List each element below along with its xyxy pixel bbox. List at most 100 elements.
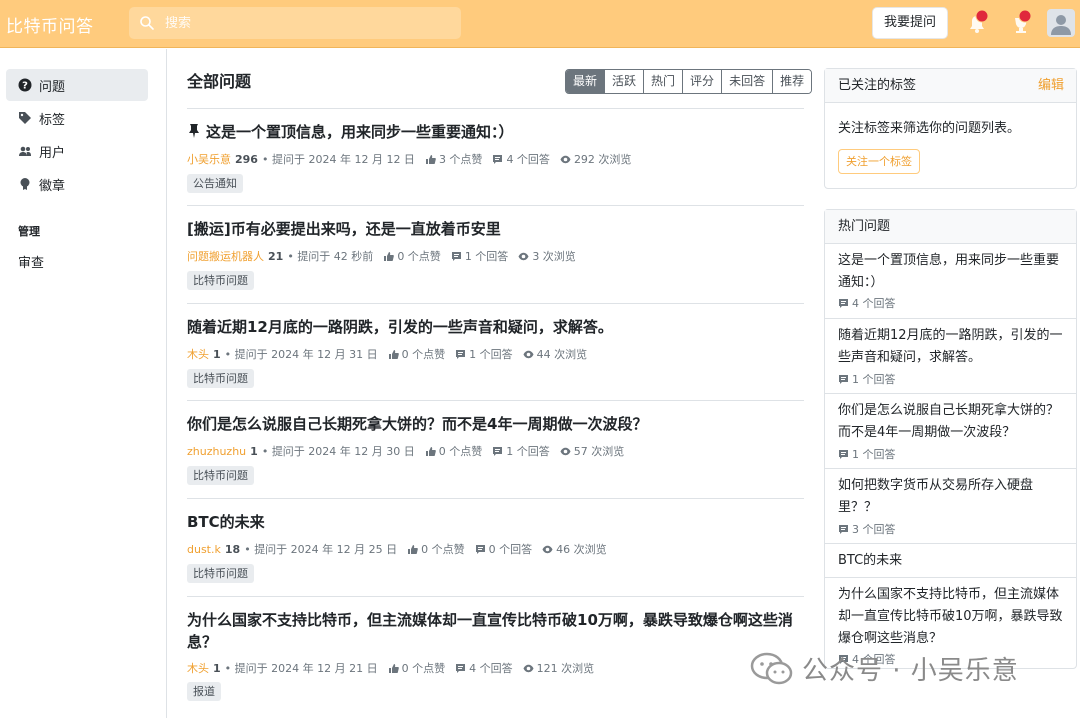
top-navbar: 比特币问答 我要提问 (0, 0, 1080, 48)
question-title[interactable]: 你们是怎么说服自己长期死拿大饼的？而不是4年一周期做一次波段？ (187, 413, 804, 435)
sidebar-item-badges[interactable]: 徽章 (6, 168, 148, 200)
answer-count: 1 个回答 (464, 250, 509, 263)
answer-count: 4 个回答 (852, 297, 896, 310)
users-icon (19, 146, 31, 156)
answer-count: 4 个回答 (469, 662, 513, 675)
question-title[interactable]: 随着近期12月底的一路阴跌，引发的一些声音和疑问，求解答。 (187, 316, 804, 338)
sidebar-item-review[interactable]: 审查 (6, 245, 148, 277)
search-icon (140, 16, 154, 30)
question-author[interactable]: dust.k (187, 543, 221, 556)
hot-question-title[interactable]: 如何把数字货币从交易所存入硬盘里？？ (838, 475, 1063, 519)
svg-text:?: ? (22, 81, 28, 92)
site-brand[interactable]: 比特币问答 (6, 12, 94, 37)
tab-recommended[interactable]: 推荐 (772, 70, 812, 93)
hot-question-title[interactable]: 随着近期12月底的一路阴跌，引发的一些声音和疑问，求解答。 (838, 325, 1063, 369)
dot-separator: • (287, 249, 298, 263)
hot-question-title[interactable]: 这是一个置顶信息，用来同步一些重要通知：） (838, 250, 1063, 294)
tab-newest[interactable]: 最新 (566, 70, 605, 93)
question-author[interactable]: 木头 (187, 660, 209, 676)
hot-question-item: BTC的未来 (825, 543, 1076, 577)
tab-score[interactable]: 评分 (682, 70, 722, 93)
question-tag[interactable]: 比特币问题 (187, 466, 254, 485)
vote-count: 0 个点赞 (438, 445, 483, 458)
answer-icon (493, 154, 503, 164)
question-tag[interactable]: 比特币问题 (187, 564, 254, 583)
hot-question-item: 你们是怎么说服自己长期死拿大饼的？而不是4年一周期做一次波段？ 1 个回答 (825, 393, 1076, 468)
hot-question-title[interactable]: 你们是怎么说服自己长期死拿大饼的？而不是4年一周期做一次波段？ (838, 400, 1063, 444)
search-box[interactable] (129, 7, 461, 39)
asked-time: 提问于 2024 年 12 月 12 日 (271, 153, 415, 166)
tab-unanswered[interactable]: 未回答 (721, 70, 773, 93)
question-tag[interactable]: 报道 (187, 682, 221, 701)
watermark-text: 公众号 · 小吴乐意 (802, 656, 1019, 686)
user-icon (1051, 15, 1071, 35)
page-title: 全部问题 (187, 72, 252, 91)
question-tag[interactable]: 公告通知 (187, 174, 243, 193)
question-item: 为什么国家不支持比特币，但主流媒体却一直宣传比特币破10万啊，暴跌导致爆仓啊这些… (187, 596, 804, 716)
tab-active[interactable]: 活跃 (604, 70, 644, 93)
follow-tag-button[interactable]: 关注一个标签 (838, 149, 920, 174)
sidebar-item-label: 问题 (39, 79, 66, 95)
answer-icon (456, 349, 466, 359)
asked-time: 提问于 2024 年 12 月 30 日 (271, 445, 415, 458)
hot-question-item: 如何把数字货币从交易所存入硬盘里？？ 3 个回答 (825, 468, 1076, 543)
answer-icon (475, 544, 485, 554)
author-reputation: 18 (224, 542, 241, 556)
view-count: 3 次浏览 (532, 250, 576, 263)
search-input[interactable] (165, 7, 455, 39)
sidebar-item-tags[interactable]: 标签 (6, 102, 148, 134)
hot-question-answers: 1 个回答 (838, 446, 896, 462)
left-sidebar: ? 问题 标签 用户 徽章 管理 审查 (0, 49, 167, 718)
author-reputation: 1 (213, 661, 221, 675)
dot-separator: • (261, 444, 272, 458)
question-item: [搬运]币有必要提出来吗，还是一直放着币安里 问题搬运机器人 21 • 提问于 … (187, 205, 804, 303)
followed-tags-header: 已关注的标签 编辑 (825, 69, 1076, 103)
vote-count: 3 个点赞 (438, 153, 483, 166)
ask-question-button[interactable]: 我要提问 (872, 7, 948, 39)
answer-icon (839, 449, 848, 459)
answer-count: 1 个回答 (506, 445, 550, 458)
question-tag[interactable]: 比特币问题 (187, 271, 254, 290)
hot-question-title[interactable]: BTC的未来 (838, 550, 1063, 572)
sidebar-item-users[interactable]: 用户 (6, 135, 148, 167)
sidebar-item-questions[interactable]: ? 问题 (6, 69, 148, 101)
question-title[interactable]: [搬运]币有必要提出来吗，还是一直放着币安里 (187, 218, 804, 240)
user-avatar[interactable] (1047, 9, 1075, 37)
sort-tabs: 最新 活跃 热门 评分 未回答 推荐 (565, 69, 813, 94)
eye-icon (542, 545, 553, 553)
question-tag[interactable]: 比特币问题 (187, 369, 254, 388)
notification-bell-icon[interactable] (964, 10, 990, 36)
question-meta: 木头 1 • 提问于 2024 年 12 月 21 日 0 个点赞 4 个回答 … (187, 660, 594, 676)
question-title[interactable]: 这是一个置顶信息，用来同步一些重要通知：） (187, 121, 804, 143)
question-author[interactable]: 木头 (187, 346, 209, 362)
question-meta: 木头 1 • 提问于 2024 年 12 月 31 日 0 个点赞 1 个回答 … (187, 346, 587, 362)
dot-separator: • (244, 542, 255, 556)
sidebar-item-label: 审查 (18, 255, 45, 271)
view-count: 121 次浏览 (536, 662, 595, 675)
answer-icon (456, 663, 466, 673)
hot-questions-panel: 热门问题 这是一个置顶信息，用来同步一些重要通知：） 4 个回答 随着近期12月… (824, 209, 1077, 669)
question-author[interactable]: 小吴乐意 (187, 151, 231, 167)
badge-icon (20, 178, 30, 190)
question-title[interactable]: BTC的未来 (187, 511, 804, 533)
edit-link[interactable]: 编辑 (1038, 69, 1064, 103)
question-title[interactable]: 为什么国家不支持比特币，但主流媒体却一直宣传比特币破10万啊，暴跌导致爆仓啊这些… (187, 609, 804, 653)
question-meta: zhuzhuzhu 1 • 提问于 2024 年 12 月 30 日 0 个点赞… (187, 443, 624, 459)
hot-questions-header: 热门问题 (825, 210, 1076, 244)
answer-icon (839, 298, 848, 308)
question-item: 你们是怎么说服自己长期死拿大饼的？而不是4年一周期做一次波段？ zhuzhuzh… (187, 400, 804, 498)
asked-time: 提问于 2024 年 12 月 25 日 (254, 543, 398, 556)
question-meta: dust.k 18 • 提问于 2024 年 12 月 25 日 0 个点赞 0… (187, 541, 607, 557)
asked-time: 提问于 2024 年 12 月 31 日 (234, 348, 378, 361)
question-meta: 小吴乐意 296 • 提问于 2024 年 12 月 12 日 3 个点赞 4 … (187, 151, 631, 167)
question-author[interactable]: zhuzhuzhu (187, 445, 246, 458)
hot-question-title[interactable]: 为什么国家不支持比特币，但主流媒体却一直宣传比特币破10万啊，暴跌导致爆仓啊这些… (838, 584, 1063, 650)
view-count: 292 次浏览 (573, 153, 632, 166)
question-author[interactable]: 问题搬运机器人 (187, 248, 264, 264)
tab-hot[interactable]: 热门 (643, 70, 683, 93)
thumbs-up-icon (425, 446, 436, 456)
wechat-icon (750, 652, 793, 684)
achievement-icon[interactable] (1008, 10, 1034, 36)
answer-icon (839, 374, 848, 384)
hot-question-answers: 3 个回答 (838, 521, 896, 537)
